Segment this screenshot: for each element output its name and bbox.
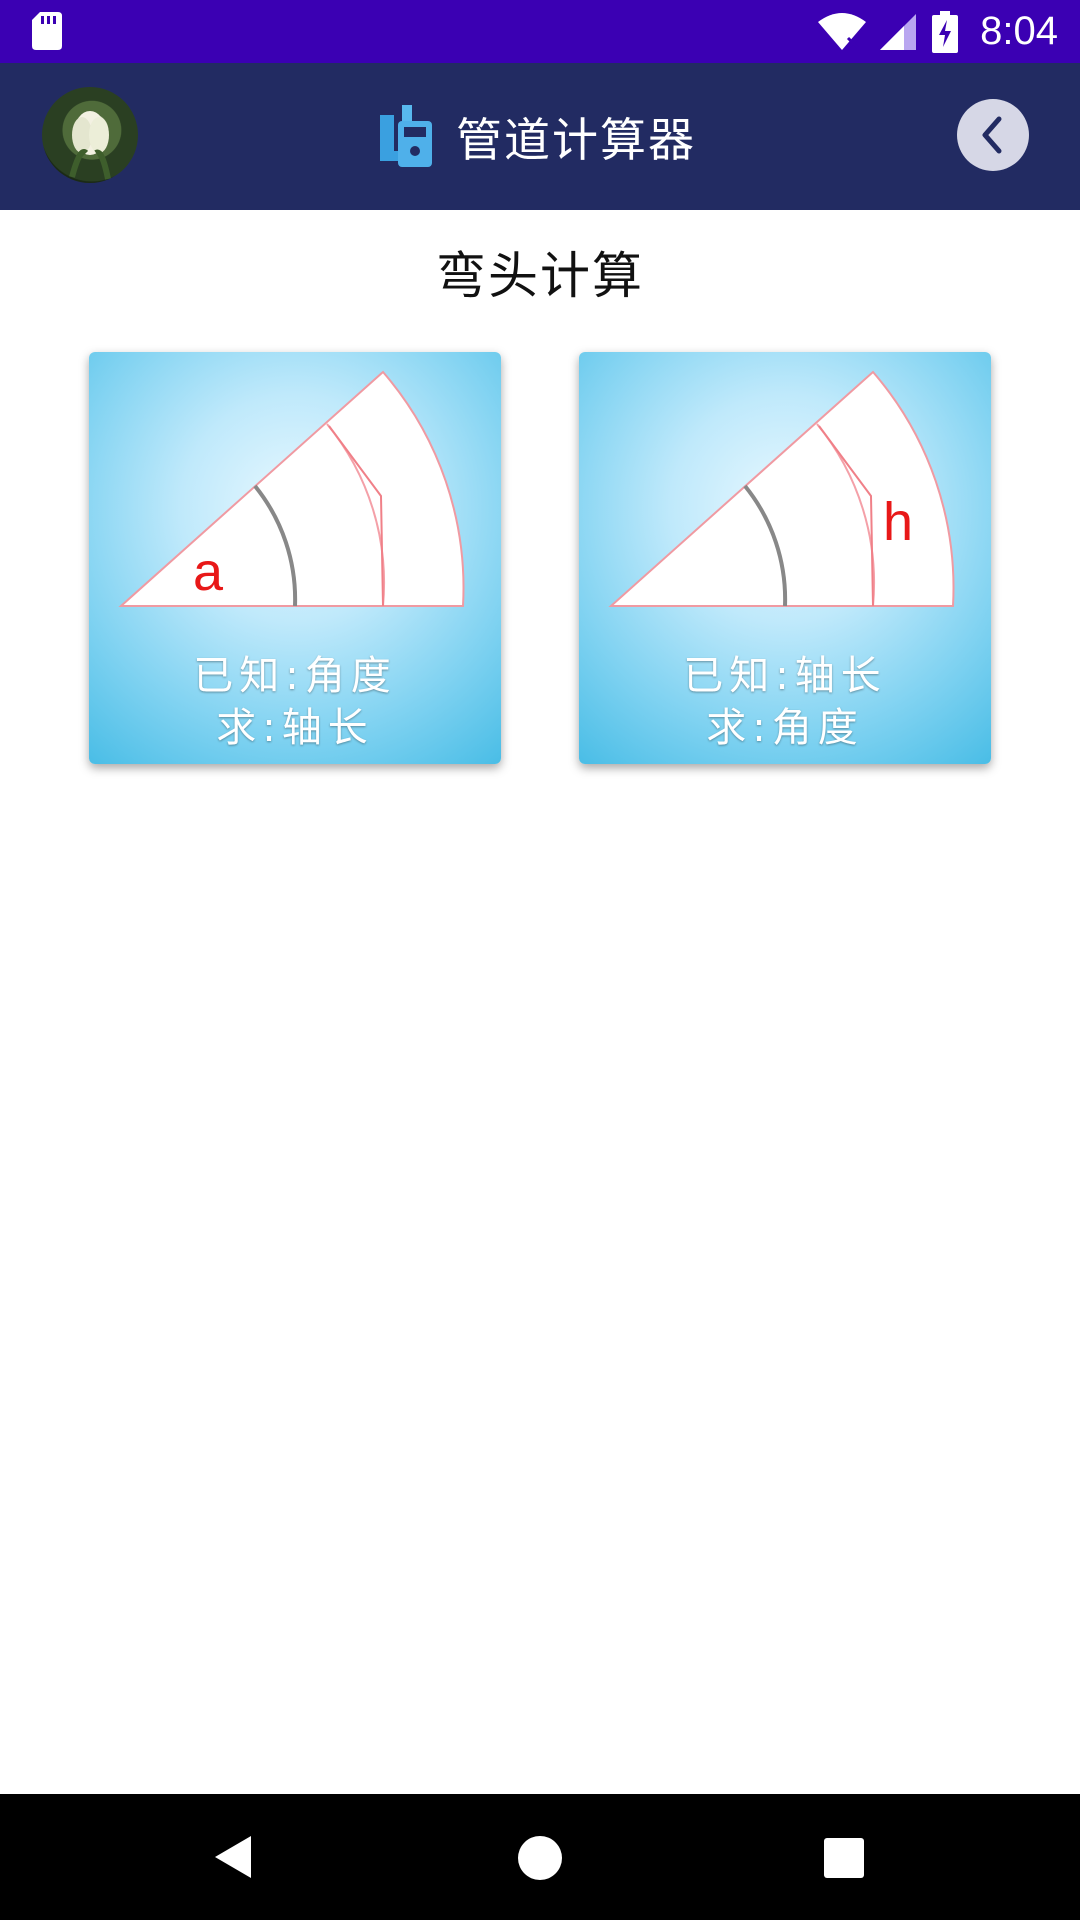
status-time: 8:04	[980, 9, 1058, 53]
app-bar: 管道计算器	[0, 63, 1080, 210]
status-bar: 8:04	[0, 0, 1080, 63]
card-find-label: 求:轴长	[216, 705, 374, 751]
card-find-label: 求:角度	[706, 705, 864, 751]
sd-card-icon	[32, 12, 62, 50]
nav-back-icon[interactable]	[213, 1834, 253, 1880]
tulip-icon	[69, 111, 111, 180]
symbol-h: h	[883, 492, 913, 552]
nav-home-icon[interactable]	[518, 1836, 562, 1880]
wifi-icon	[818, 12, 867, 50]
signal-icon	[880, 13, 917, 50]
nav-recents-icon[interactable]	[824, 1838, 864, 1878]
card-axis-to-angle[interactable]: h 已知:轴长 求:角度	[579, 352, 991, 764]
avatar[interactable]	[42, 87, 138, 183]
card-known-label: 已知:轴长	[683, 653, 887, 699]
card-caption: 已知:轴长 求:角度	[579, 650, 991, 754]
battery-charging-icon	[932, 10, 959, 53]
back-button[interactable]	[957, 99, 1029, 171]
app-title: 管道计算器	[456, 112, 696, 167]
card-angle-to-axis[interactable]: a 已知:角度 求:轴长	[89, 352, 501, 764]
card-known-label: 已知:角度	[193, 653, 397, 699]
card-caption: 已知:角度 求:轴长	[89, 650, 501, 754]
pipe-calculator-icon	[380, 104, 432, 167]
navigation-bar	[0, 1794, 1080, 1920]
symbol-a: a	[193, 542, 224, 602]
page-title: 弯头计算	[436, 247, 644, 305]
chevron-left-icon	[982, 116, 1002, 154]
